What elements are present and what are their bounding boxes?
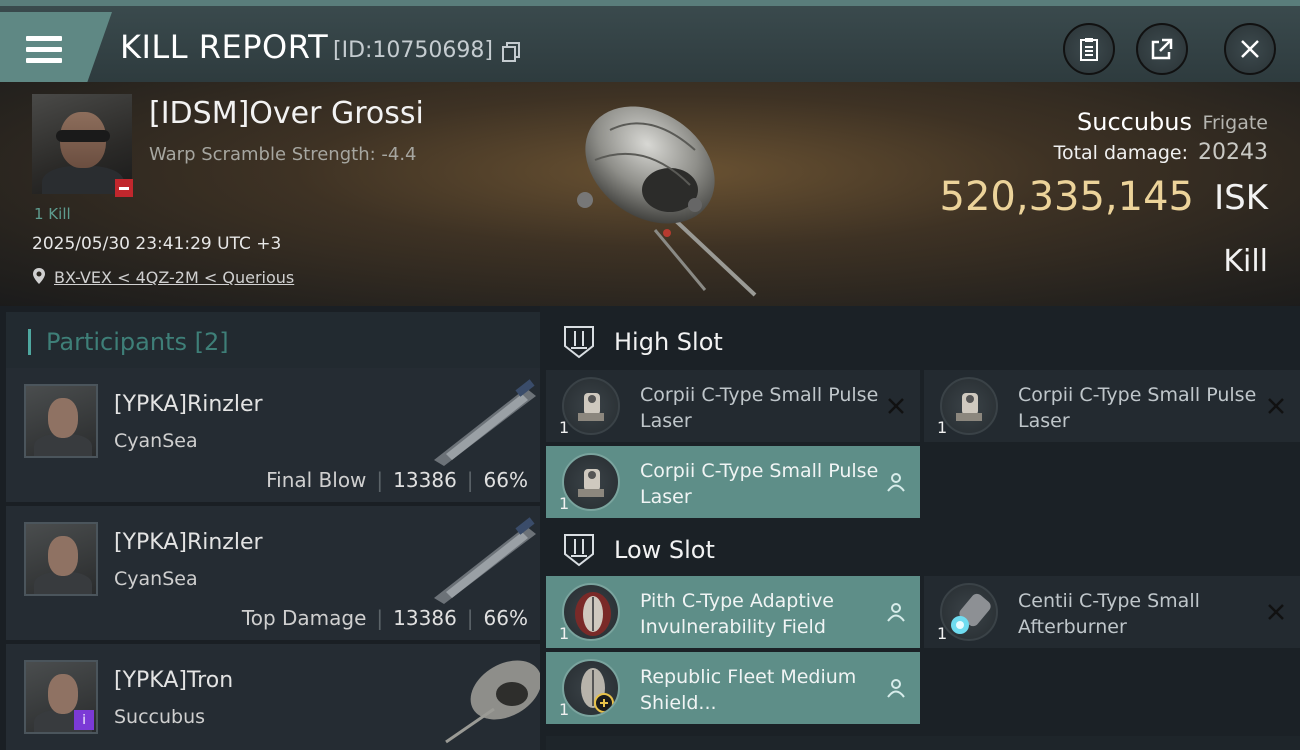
dropped-person-icon: [887, 473, 905, 492]
header-bar: KILL REPORT [ID:10750698]: [0, 0, 1300, 82]
menu-button[interactable]: [0, 12, 112, 82]
participant-ship: Succubus: [114, 706, 206, 728]
module-quantity: 1: [559, 418, 570, 437]
participant-avatar[interactable]: [24, 384, 98, 458]
module-quantity: 1: [937, 624, 948, 643]
location-link[interactable]: BX-VEX < 4QZ-2M < Querious: [54, 268, 294, 287]
high-slot-header: High Slot: [546, 312, 1300, 372]
module-item[interactable]: 1 Centii C-Type Small Afterburner: [924, 576, 1300, 648]
victim-ship-render[interactable]: [555, 90, 765, 300]
module-quantity: 1: [559, 494, 570, 513]
dropped-person-icon: [887, 679, 905, 698]
participant-stats: Top Damage | 13386 | 66%: [241, 606, 528, 630]
warp-scramble-strength: Warp Scramble Strength: -4.4: [149, 144, 417, 165]
ship-name[interactable]: Succubus: [1077, 108, 1192, 136]
kill-timestamp: 2025/05/30 23:41:29 UTC +3: [32, 234, 282, 254]
module-quantity: 1: [559, 624, 570, 643]
laser-icon: [940, 377, 998, 435]
share-icon: [1151, 38, 1173, 60]
participant-row[interactable]: [YPKA]Rinzler CyanSea Top Damage | 13386…: [6, 506, 540, 640]
participant-percent: 66%: [483, 468, 528, 492]
low-slot-icon: [564, 534, 594, 567]
afterburner-icon: [940, 583, 998, 641]
destroyed-icon: [1268, 604, 1284, 620]
destroyed-icon: [1268, 398, 1284, 414]
laser-icon: [562, 377, 620, 435]
participant-name: [YPKA]Tron: [114, 668, 234, 693]
next-slot-header-partial: [546, 736, 1300, 750]
module-item[interactable]: 1 Pith C-Type Adaptive Invulnerability F…: [546, 576, 920, 648]
report-id: [ID:10750698]: [333, 38, 493, 63]
weapon-icon: [434, 379, 536, 466]
total-damage-value: 20243: [1198, 140, 1268, 165]
module-item[interactable]: 1 Corpii C-Type Small Pulse Laser: [546, 370, 920, 442]
victim-banner: [IDSM]Over Grossi Warp Scramble Strength…: [0, 82, 1300, 306]
kill-result-label: Kill: [1223, 244, 1268, 279]
isk-value: 520,335,145: [939, 174, 1194, 220]
isk-unit: ISK: [1214, 178, 1268, 218]
participant-row[interactable]: i [YPKA]Tron Succubus: [6, 644, 542, 750]
module-name: Pith C-Type Adaptive Invulnerability Fie…: [640, 590, 834, 638]
module-item[interactable]: 1 Corpii C-Type Small Pulse Laser: [546, 446, 920, 518]
participant-stat-label: Final Blow: [266, 468, 367, 492]
location-pin-icon: [33, 268, 45, 284]
shield-extender-icon: [562, 659, 620, 717]
module-quantity: 1: [559, 700, 570, 719]
participants-header: Participants [2]: [6, 312, 540, 368]
fitting-panel: High Slot 1 Corpii C-Type Small Pulse La…: [540, 306, 1300, 750]
module-name: Centii C-Type Small Afterburner: [1018, 590, 1200, 638]
hamburger-menu-icon: [26, 36, 62, 64]
close-button[interactable]: [1224, 23, 1276, 75]
participant-avatar[interactable]: [24, 522, 98, 596]
participant-damage: 13386: [393, 606, 457, 630]
dropped-person-icon: [887, 603, 905, 622]
laser-icon: [562, 453, 620, 511]
participants-panel: Participants [2] [YPKA]Rinzler CyanSea F…: [0, 306, 542, 750]
module-name: Corpii C-Type Small Pulse Laser: [1018, 384, 1257, 432]
participant-stats: Final Blow | 13386 | 66%: [266, 468, 528, 492]
total-damage-label: Total damage:: [1053, 142, 1188, 164]
copy-icon[interactable]: [502, 42, 520, 62]
hostile-standing-icon: [115, 179, 133, 197]
module-item[interactable]: 1 Republic Fleet Medium Shield...: [546, 652, 920, 724]
share-button[interactable]: [1136, 23, 1188, 75]
participant-ship: CyanSea: [114, 568, 198, 590]
clipboard-button[interactable]: [1063, 23, 1115, 75]
low-slot-header: Low Slot: [546, 520, 1300, 580]
module-name: Republic Fleet Medium Shield...: [640, 666, 857, 714]
weapon-icon: [434, 517, 536, 604]
destroyed-icon: [888, 398, 904, 414]
module-name: Corpii C-Type Small Pulse Laser: [640, 460, 879, 508]
participant-row[interactable]: [YPKA]Rinzler CyanSea Final Blow | 13386…: [6, 368, 540, 502]
kill-count: 1 Kill: [34, 205, 71, 223]
participants-title: Participants [2]: [46, 328, 229, 356]
low-slot-title: Low Slot: [614, 536, 715, 564]
shield-field-icon: [562, 583, 620, 641]
high-slot-title: High Slot: [614, 328, 723, 356]
fleet-member-icon: i: [74, 710, 94, 730]
module-name: Corpii C-Type Small Pulse Laser: [640, 384, 879, 432]
clipboard-icon: [1080, 38, 1098, 61]
ship-class: Frigate: [1202, 112, 1268, 134]
module-item[interactable]: 1 Corpii C-Type Small Pulse Laser: [924, 370, 1300, 442]
close-icon: [1241, 40, 1259, 58]
participant-name: [YPKA]Rinzler: [114, 392, 263, 417]
participant-percent: 66%: [483, 606, 528, 630]
participant-name: [YPKA]Rinzler: [114, 530, 263, 555]
participant-damage: 13386: [393, 468, 457, 492]
module-quantity: 1: [937, 418, 948, 437]
participant-ship: CyanSea: [114, 430, 198, 452]
ship-icon: [445, 660, 542, 744]
page-title: KILL REPORT: [120, 28, 329, 66]
victim-name[interactable]: [IDSM]Over Grossi: [149, 96, 424, 131]
high-slot-icon: [564, 326, 594, 359]
participant-stat-label: Top Damage: [241, 606, 367, 630]
